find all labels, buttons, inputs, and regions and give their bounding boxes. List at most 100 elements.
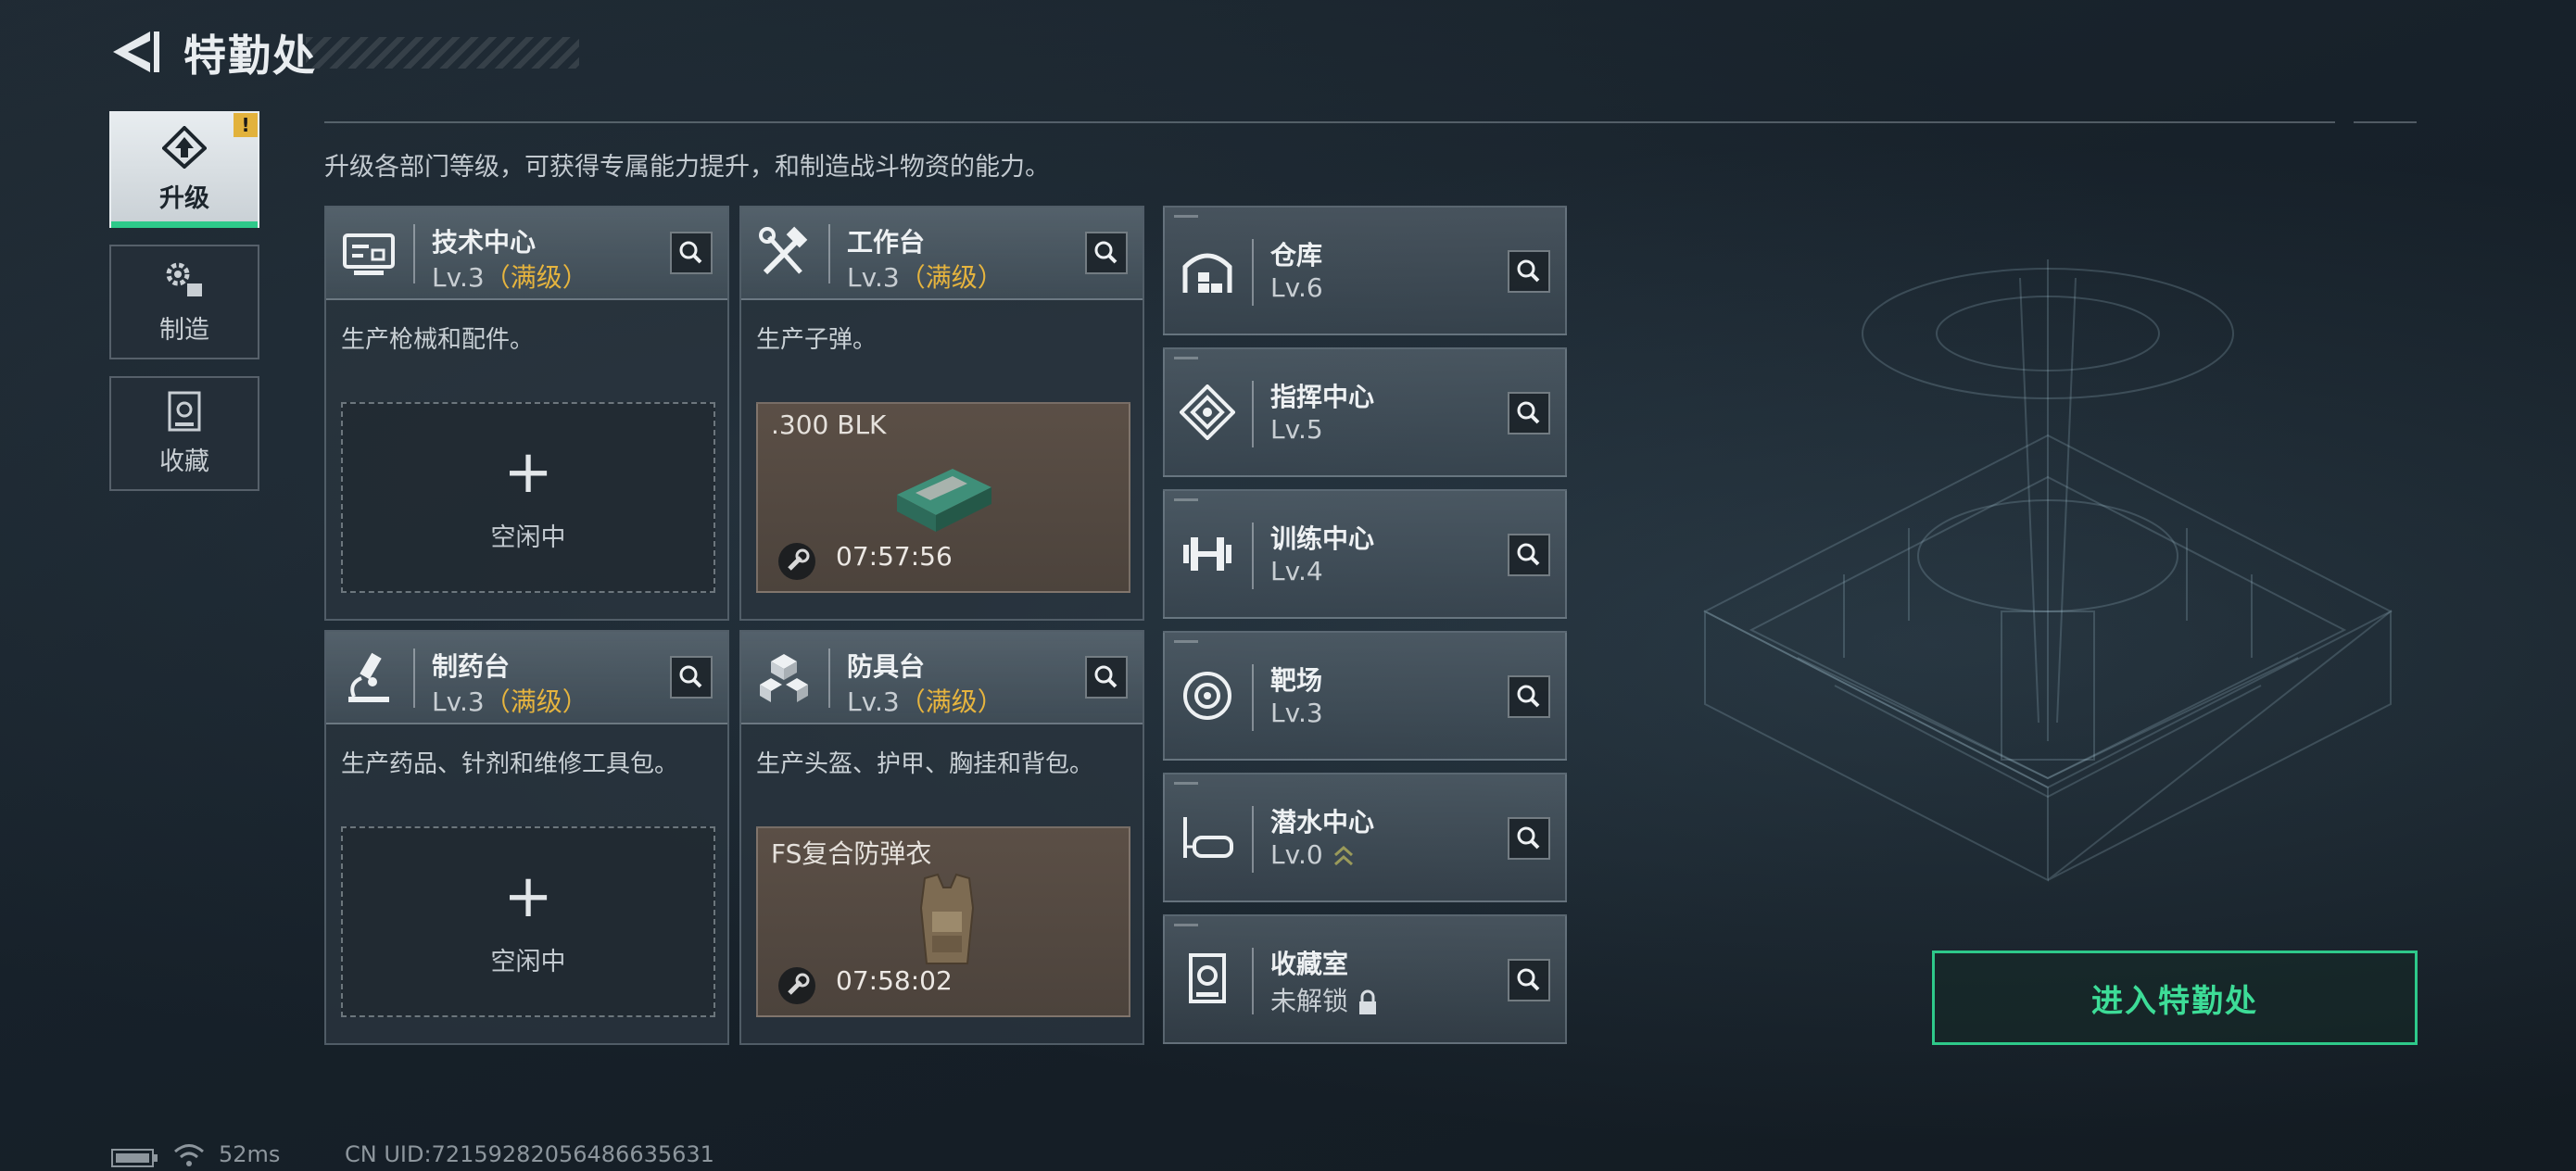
card-header: 制药台 Lv.3（满级） bbox=[326, 632, 727, 724]
search-icon bbox=[679, 665, 702, 688]
active-tab-indicator bbox=[111, 221, 258, 228]
inspect-button[interactable] bbox=[1085, 656, 1128, 699]
crafting-indicator bbox=[778, 967, 815, 1004]
dept-level: Lv.3（满级） bbox=[432, 262, 588, 293]
idle-production-slot[interactable]: + 空闲中 bbox=[341, 402, 715, 593]
add-icon: + bbox=[503, 863, 553, 931]
dept-card-workbench[interactable]: 工作台 Lv.3（满级） 生产子弹。 .300 BLK 07:57:56 bbox=[739, 206, 1144, 621]
wrench-icon bbox=[788, 548, 810, 571]
facility-training-center[interactable]: 训练中心 Lv.4 bbox=[1163, 489, 1567, 619]
inspect-button[interactable] bbox=[1508, 675, 1550, 718]
collection-cabinet-icon bbox=[168, 391, 201, 431]
inspect-button[interactable] bbox=[1508, 817, 1550, 860]
idle-status: 空闲中 bbox=[490, 948, 566, 976]
corner-tick bbox=[1174, 357, 1198, 359]
facility-name: 指挥中心 bbox=[1270, 382, 1375, 412]
microscope-icon bbox=[348, 652, 389, 702]
facility-command-center[interactable]: 指挥中心 Lv.5 bbox=[1163, 347, 1567, 477]
facility-name: 潜水中心 bbox=[1270, 807, 1375, 837]
maxed-tag: （满级） bbox=[899, 686, 1004, 717]
facility-collection-room[interactable]: 收藏室 未解锁 bbox=[1163, 914, 1567, 1044]
row-separator bbox=[1252, 806, 1254, 873]
enter-special-ops-button[interactable]: 进入特勤处 bbox=[1932, 951, 2418, 1045]
inspect-button[interactable] bbox=[1085, 232, 1128, 274]
dept-name: 技术中心 bbox=[432, 227, 537, 258]
crafting-item-name: FS复合防弹衣 bbox=[771, 838, 932, 869]
section-description: 升级各部门等级，可获得专属能力提升，和制造战斗物资的能力。 bbox=[324, 153, 1050, 182]
facility-name: 靶场 bbox=[1270, 665, 1323, 696]
idle-production-slot[interactable]: + 空闲中 bbox=[341, 826, 715, 1017]
header-separator bbox=[828, 648, 830, 708]
dumbbell-icon bbox=[1183, 537, 1231, 571]
maxed-tag: （满级） bbox=[484, 262, 588, 293]
dept-description: 生产枪械和配件。 bbox=[341, 326, 535, 354]
search-icon bbox=[1094, 241, 1118, 264]
active-production-slot[interactable]: .300 BLK 07:57:56 bbox=[756, 402, 1130, 593]
tab-upgrade[interactable]: ! 升级 bbox=[109, 111, 259, 228]
corner-tick bbox=[1174, 215, 1198, 218]
facility-level: Lv.5 bbox=[1270, 414, 1323, 445]
alert-badge: ! bbox=[234, 113, 258, 137]
idle-status: 空闲中 bbox=[490, 523, 566, 552]
tab-collection[interactable]: 收藏 bbox=[109, 376, 259, 491]
ammo-box-icon bbox=[897, 469, 991, 532]
facility-diving-center[interactable]: 潜水中心 Lv.0 bbox=[1163, 773, 1567, 902]
facility-level: Lv.3 bbox=[1270, 698, 1323, 728]
search-icon bbox=[1517, 259, 1540, 283]
facility-name: 训练中心 bbox=[1270, 523, 1375, 554]
facility-shooting-range[interactable]: 靶场 Lv.3 bbox=[1163, 631, 1567, 761]
dept-level: Lv.3（满级） bbox=[432, 686, 588, 717]
search-icon bbox=[1517, 826, 1540, 850]
top-divider-right bbox=[2354, 121, 2417, 123]
computer-icon bbox=[343, 233, 395, 275]
tab-collection-label: 收藏 bbox=[159, 447, 209, 476]
dept-description: 生产头盔、护甲、胸挂和背包。 bbox=[756, 750, 1094, 778]
facility-level: Lv.4 bbox=[1270, 556, 1323, 586]
gears-icon bbox=[166, 262, 202, 296]
corner-tick bbox=[1174, 782, 1198, 785]
dept-card-armor-bench[interactable]: 防具台 Lv.3（满级） 生产头盔、护甲、胸挂和背包。 FS复合防弹衣 07:5… bbox=[739, 630, 1144, 1045]
user-uid: CN UID:72159282056486635631 bbox=[345, 1141, 714, 1167]
lock-icon bbox=[1358, 989, 1376, 1014]
header-separator bbox=[828, 224, 830, 283]
active-production-slot[interactable]: FS复合防弹衣 07:58:02 bbox=[756, 826, 1130, 1017]
maxed-tag: （满级） bbox=[484, 686, 588, 717]
command-emblem-icon bbox=[1180, 384, 1235, 440]
inspect-button[interactable] bbox=[670, 656, 713, 699]
dept-description: 生产药品、针剂和维修工具包。 bbox=[341, 750, 679, 778]
crafting-timer: 07:57:56 bbox=[836, 541, 953, 572]
search-icon bbox=[1517, 401, 1540, 424]
corner-tick bbox=[1174, 924, 1198, 926]
row-separator bbox=[1252, 948, 1254, 1014]
inspect-button[interactable] bbox=[1508, 959, 1550, 1001]
wrench-icon bbox=[788, 973, 810, 995]
inspect-button[interactable] bbox=[1508, 392, 1550, 434]
inspect-button[interactable] bbox=[1508, 534, 1550, 576]
tab-craft[interactable]: 制造 bbox=[109, 245, 259, 359]
tab-craft-label: 制造 bbox=[159, 315, 209, 345]
card-header: 防具台 Lv.3（满级） bbox=[741, 632, 1143, 724]
card-header: 工作台 Lv.3（满级） bbox=[741, 208, 1143, 300]
facility-warehouse[interactable]: 仓库 Lv.6 bbox=[1163, 206, 1567, 335]
top-divider bbox=[324, 121, 2335, 123]
dept-name: 制药台 bbox=[432, 651, 511, 682]
header-separator bbox=[413, 224, 415, 283]
back-button[interactable] bbox=[109, 28, 161, 76]
inspect-button[interactable] bbox=[670, 232, 713, 274]
dept-card-pharmacy[interactable]: 制药台 Lv.3（满级） 生产药品、针剂和维修工具包。 + 空闲中 bbox=[324, 630, 729, 1045]
target-icon bbox=[1183, 672, 1231, 720]
header-separator bbox=[413, 648, 415, 708]
corner-tick bbox=[1174, 498, 1198, 501]
add-icon: + bbox=[503, 438, 553, 507]
facility-level: Lv.6 bbox=[1270, 272, 1323, 303]
inspect-button[interactable] bbox=[1508, 250, 1550, 293]
ping-readout: 52ms bbox=[219, 1141, 281, 1167]
dept-name: 防具台 bbox=[847, 651, 926, 682]
tab-upgrade-label: 升级 bbox=[159, 183, 209, 213]
maxed-tag: （满级） bbox=[899, 262, 1004, 293]
crafting-timer: 07:58:02 bbox=[836, 965, 953, 996]
facility-name: 收藏室 bbox=[1270, 949, 1349, 979]
dept-level: Lv.3（满级） bbox=[847, 262, 1004, 293]
dept-name: 工作台 bbox=[847, 227, 926, 258]
dept-card-tech-center[interactable]: 技术中心 Lv.3（满级） 生产枪械和配件。 + 空闲中 bbox=[324, 206, 729, 621]
